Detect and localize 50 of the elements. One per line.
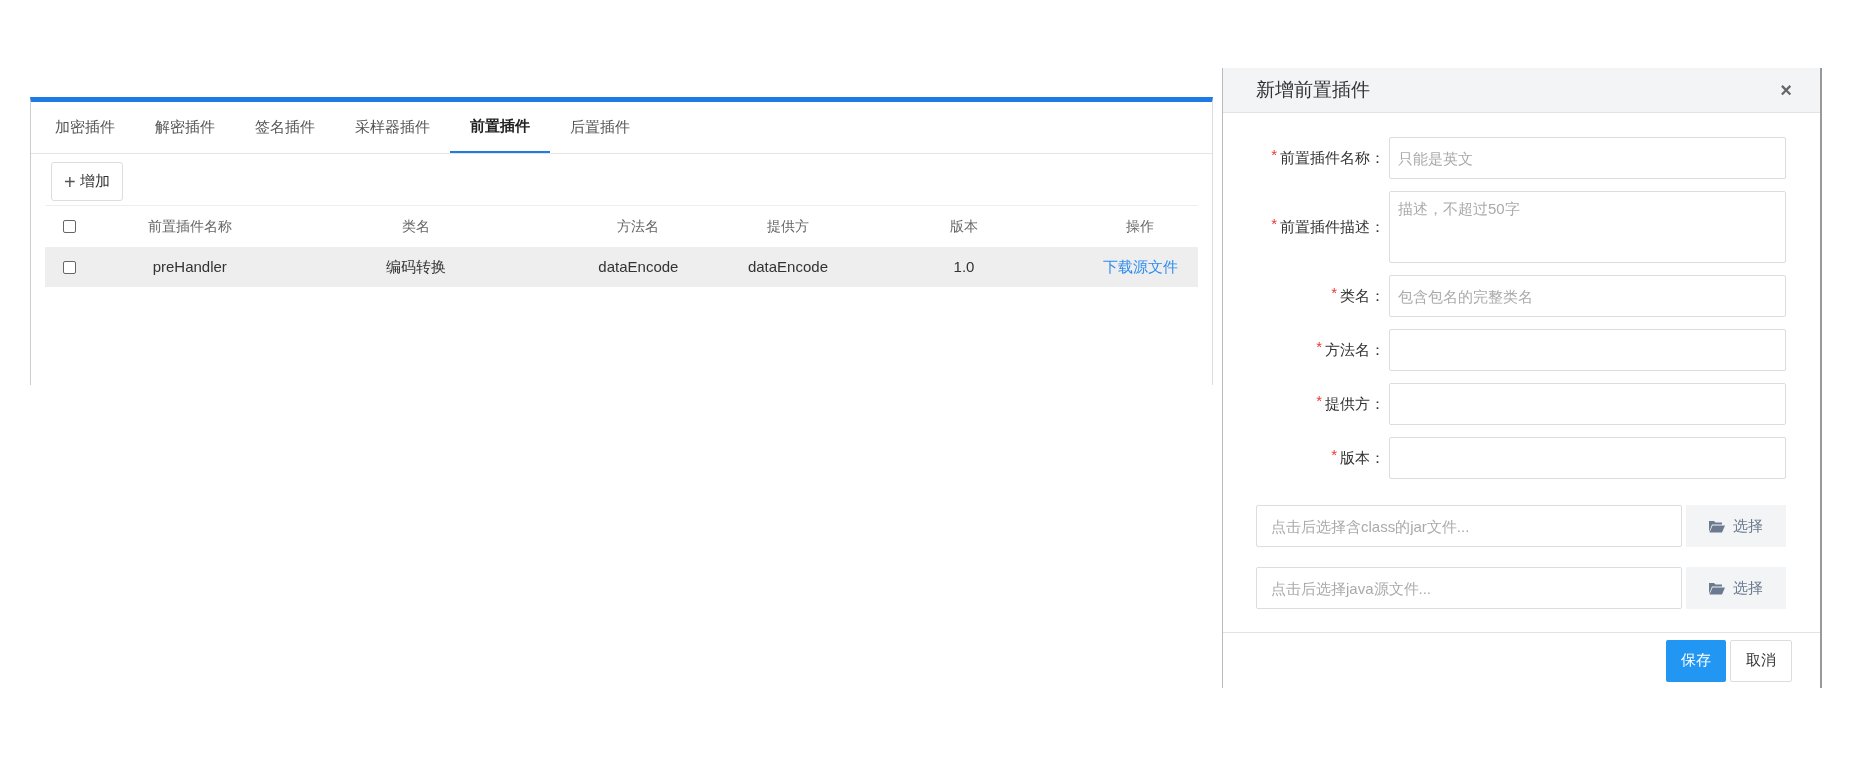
table-cell-text: dataEncode — [598, 256, 679, 277]
field-label: 前置插件名称： — [1280, 147, 1385, 168]
field-label: 类名： — [1340, 285, 1385, 306]
required-mark: * — [1316, 392, 1322, 408]
add-label: 增加 — [79, 171, 110, 192]
file-field[interactable]: 点击后选择java源文件... — [1256, 567, 1682, 609]
required-mark: * — [1271, 215, 1277, 231]
tab[interactable]: 前置插件 — [450, 101, 550, 153]
input-field[interactable]: 包含包名的完整类名 — [1389, 275, 1786, 317]
dialog-title: 新增前置插件 — [1256, 77, 1370, 102]
field-label: 方法名： — [1325, 339, 1385, 360]
required-mark: * — [1331, 284, 1337, 300]
folder-icon — [1709, 519, 1725, 533]
table-cell-text: preHandler — [152, 256, 227, 277]
description-field[interactable]: 描述，不超过50字 — [1389, 191, 1786, 263]
checkbox[interactable] — [62, 260, 76, 274]
table-cell-text: 编码转换 — [386, 256, 447, 277]
field-label: 前置插件描述： — [1280, 216, 1385, 237]
column-header: 提供方 — [766, 217, 809, 236]
column-header: 类名 — [402, 217, 431, 236]
field-label: 版本： — [1340, 447, 1385, 468]
add-button[interactable]: + 增加 — [51, 162, 123, 201]
close-button[interactable]: × — [1780, 80, 1792, 100]
column-header: 前置插件名称 — [147, 217, 232, 236]
column-header: 方法名 — [617, 217, 660, 236]
tab[interactable]: 采样器插件 — [335, 101, 450, 153]
required-mark: * — [1316, 338, 1322, 354]
cancel-button[interactable]: 取消 — [1730, 639, 1792, 682]
tab[interactable]: 后置插件 — [550, 101, 650, 153]
choose-button[interactable]: 选择 — [1686, 505, 1786, 547]
table-cell-text: 1.0 — [953, 256, 975, 277]
input-field[interactable] — [1389, 329, 1786, 371]
plus-icon: + — [64, 171, 76, 192]
checkbox[interactable] — [62, 220, 76, 233]
file-field[interactable]: 点击后选择含class的jar文件... — [1256, 505, 1682, 547]
tab[interactable]: 签名插件 — [235, 101, 335, 153]
required-mark: * — [1271, 146, 1277, 162]
tab[interactable]: 解密插件 — [135, 101, 235, 153]
required-mark: * — [1331, 446, 1337, 462]
input-field[interactable] — [1389, 383, 1786, 425]
input-field[interactable]: 只能是英文 — [1389, 137, 1786, 179]
choose-button[interactable]: 选择 — [1686, 567, 1786, 609]
input-field[interactable] — [1389, 437, 1786, 479]
tab[interactable]: 加密插件 — [35, 101, 135, 153]
folder-icon — [1709, 581, 1725, 595]
table-cell-text: dataEncode — [747, 256, 828, 277]
table-row[interactable]: preHandler 编码转换 dataEncode dataEncode 1.0 下载源文件 — [45, 247, 1198, 287]
column-header: 操作 — [1126, 217, 1155, 236]
column-header: 版本 — [950, 217, 979, 236]
field-label: 提供方： — [1325, 393, 1385, 414]
